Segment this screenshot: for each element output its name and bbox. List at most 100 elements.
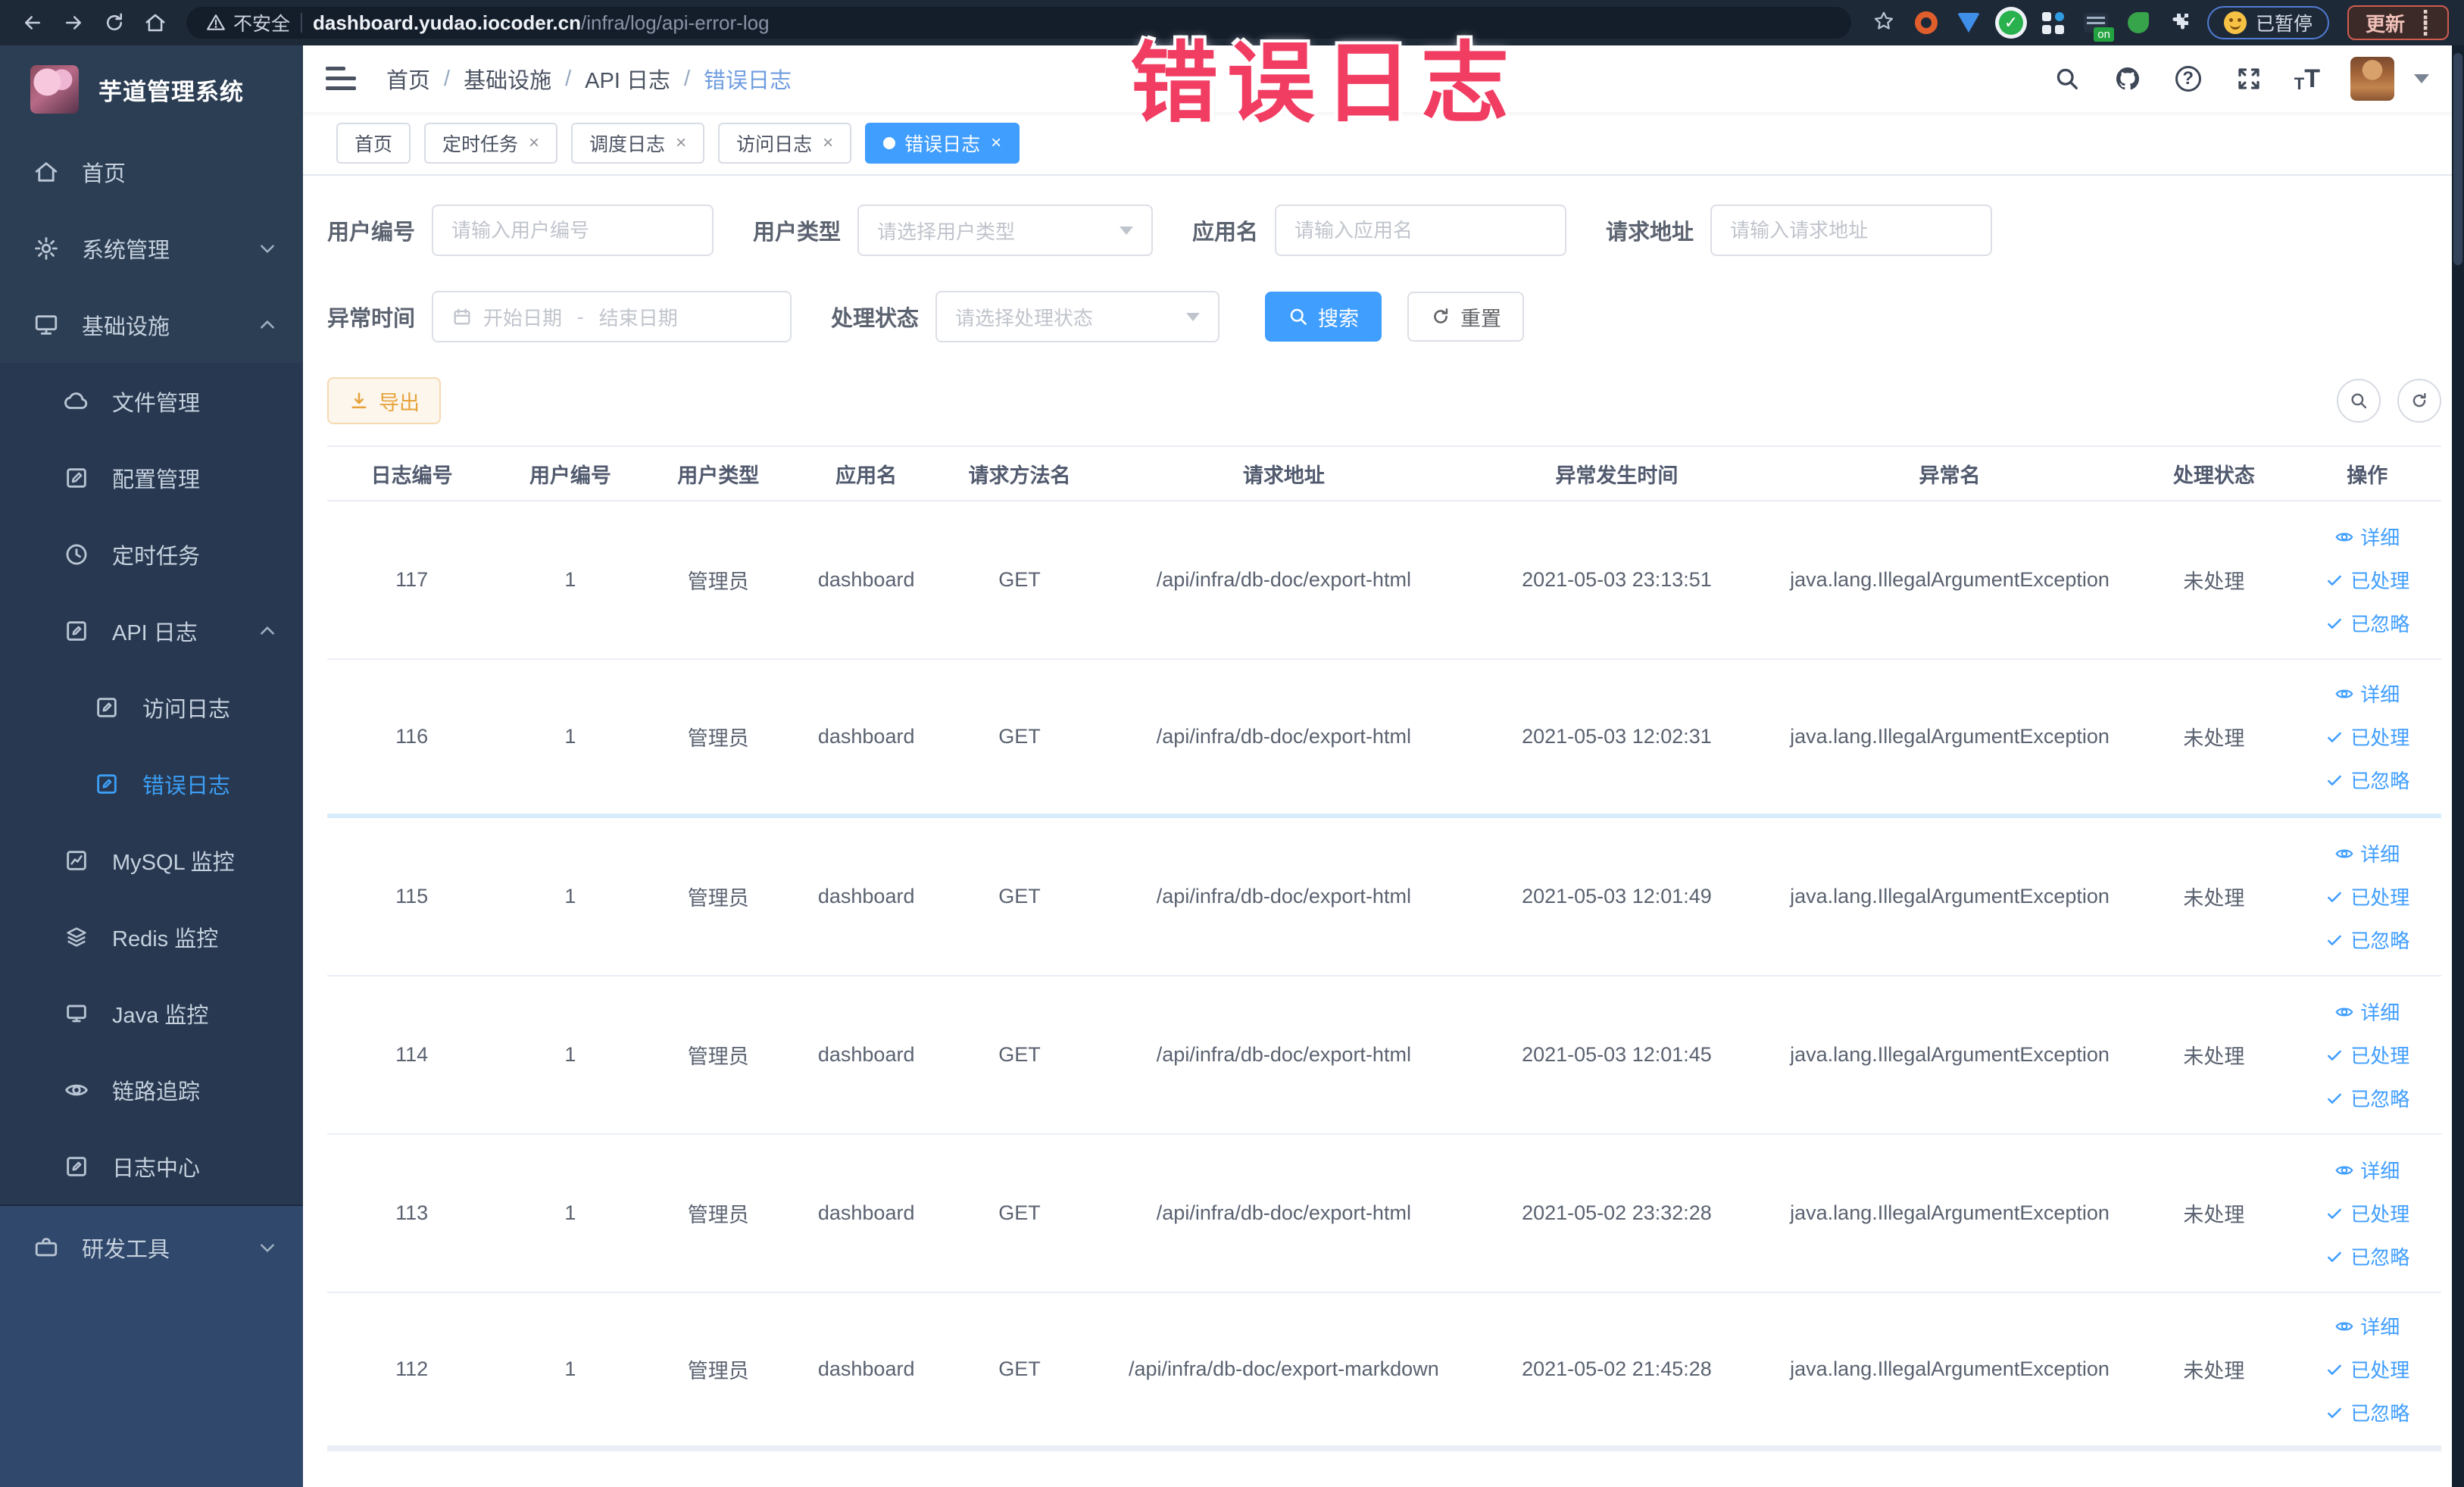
help-icon[interactable]: ? <box>2173 64 2203 94</box>
tab-access-log[interactable]: 访问日志 × <box>718 123 852 164</box>
avatar[interactable] <box>2350 57 2394 101</box>
table-row: 115 1 管理员 dashboard GET/api/infra/db-doc/exp… <box>327 818 2441 976</box>
ignored-link[interactable]: 已忽略 <box>2325 926 2409 954</box>
sidebar-item-scheduled-tasks[interactable]: 定时任务 <box>0 516 303 592</box>
request-url-input[interactable] <box>1710 205 1993 256</box>
sidebar-item-infrastructure[interactable]: 基础设施 <box>0 286 303 363</box>
cell-app: dashboard <box>817 885 915 908</box>
search-button[interactable]: 搜索 <box>1265 292 1382 342</box>
breadcrumb-item[interactable]: 首页 <box>386 63 430 95</box>
blue-shield-icon[interactable] <box>1956 10 1982 36</box>
sidebar-item-redis-monitor[interactable]: Redis 监控 <box>0 898 303 975</box>
toggle-search-button[interactable] <box>2337 379 2381 423</box>
sidebar-item-access-log[interactable]: 访问日志 <box>0 669 303 745</box>
tab-scheduled-tasks[interactable]: 定时任务 × <box>424 123 558 164</box>
security-chip[interactable]: 不安全 <box>206 9 290 36</box>
sidebar-item-log-center[interactable]: 日志中心 <box>0 1128 303 1204</box>
tab-schedule-log[interactable]: 调度日志 × <box>571 123 705 164</box>
processed-link[interactable]: 已处理 <box>2325 1041 2409 1069</box>
home-icon <box>35 161 58 182</box>
sidebar-item-file-management[interactable]: 文件管理 <box>0 363 303 439</box>
processed-link[interactable]: 已处理 <box>2325 1355 2409 1383</box>
layers-icon <box>67 926 86 947</box>
sidebar-item-dev-tools[interactable]: 研发工具 <box>0 1204 303 1289</box>
detail-link[interactable]: 详细 <box>2334 523 2400 551</box>
breadcrumb-item[interactable]: 基础设施 <box>464 63 551 95</box>
window-scrollbar[interactable] <box>2452 45 2464 1487</box>
detail-link[interactable]: 详细 <box>2334 1312 2400 1340</box>
detail-link[interactable]: 详细 <box>2334 679 2400 708</box>
star-icon[interactable] <box>1871 10 1897 36</box>
browser-forward-icon[interactable] <box>56 5 91 40</box>
scrollbar-thumb[interactable] <box>2453 53 2462 265</box>
user-type-select[interactable]: 请选择用户类型 <box>857 205 1154 256</box>
check-icon <box>2328 1208 2342 1219</box>
green-check-icon[interactable] <box>1998 10 2024 36</box>
app-logo <box>30 65 79 114</box>
orange-ring-icon[interactable] <box>1913 10 1939 36</box>
sidebar-item-api-log[interactable]: API 日志 <box>0 592 303 669</box>
processed-link[interactable]: 已处理 <box>2325 1199 2409 1227</box>
screen: 不安全 dashboard.yudao.iocoder.cn/infra/log… <box>0 0 2464 1487</box>
ignored-link[interactable]: 已忽略 <box>2325 609 2409 637</box>
puzzle-icon[interactable] <box>2168 10 2194 36</box>
close-icon[interactable]: × <box>529 133 539 154</box>
user-id-input[interactable] <box>432 205 714 256</box>
exception-time-range-input[interactable]: 开始日期 - 结束日期 <box>432 291 792 342</box>
sidebar-item-error-log[interactable]: 错误日志 <box>0 745 303 822</box>
ignored-link[interactable]: 已忽略 <box>2325 1084 2409 1112</box>
ignored-link[interactable]: 已忽略 <box>2325 1242 2409 1270</box>
sidebar-item-java-monitor[interactable]: Java 监控 <box>0 975 303 1051</box>
column-header: 异常发生时间 <box>1555 464 1679 487</box>
sidebar-item-config-management[interactable]: 配置管理 <box>0 439 303 516</box>
process-status-select[interactable]: 请选择处理状态 <box>935 291 1220 342</box>
browser-home-icon[interactable] <box>138 5 173 40</box>
tab-error-log[interactable]: 错误日志 × <box>865 123 1020 164</box>
detail-link[interactable]: 详细 <box>2334 839 2400 867</box>
processed-link[interactable]: 已处理 <box>2325 723 2409 751</box>
ignored-link[interactable]: 已忽略 <box>2325 766 2409 794</box>
list-on-icon[interactable] <box>2083 10 2114 42</box>
monitor-icon <box>35 314 58 335</box>
ignored-link[interactable]: 已忽略 <box>2325 1398 2409 1426</box>
sidebar-item-system-management[interactable]: 系统管理 <box>0 210 303 286</box>
detail-link[interactable]: 详细 <box>2334 998 2400 1026</box>
browser-back-icon[interactable] <box>15 5 50 40</box>
grid-icon[interactable] <box>2041 10 2066 36</box>
export-button[interactable]: 导出 <box>327 377 441 424</box>
close-icon[interactable]: × <box>676 133 686 154</box>
font-size-icon[interactable]: TT <box>2294 64 2320 94</box>
security-label: 不安全 <box>233 14 291 35</box>
paused-badge[interactable]: 已暂停 <box>2206 6 2329 39</box>
detail-link[interactable]: 详细 <box>2334 1156 2400 1184</box>
chevron-up-icon <box>261 626 274 635</box>
refresh-table-button[interactable] <box>2397 379 2441 423</box>
green-leaf-icon[interactable] <box>2125 10 2151 36</box>
fullscreen-icon[interactable] <box>2234 64 2264 94</box>
address-bar[interactable]: 不安全 dashboard.yudao.iocoder.cn/infra/log… <box>186 7 1851 39</box>
sidebar-item-home[interactable]: 首页 <box>0 133 303 210</box>
search-icon[interactable] <box>2052 64 2082 94</box>
logo-row[interactable]: 芋道管理系统 <box>0 45 303 133</box>
processed-link[interactable]: 已处理 <box>2325 566 2409 594</box>
reset-button[interactable]: 重置 <box>1407 292 1525 342</box>
breadcrumb-item[interactable]: API 日志 <box>585 63 670 95</box>
sidebar-item-mysql-monitor[interactable]: MySQL 监控 <box>0 822 303 898</box>
browser-reload-icon[interactable] <box>97 5 132 40</box>
collapse-sidebar-icon[interactable] <box>326 66 356 92</box>
github-icon[interactable] <box>2113 64 2143 94</box>
close-icon[interactable]: × <box>823 133 833 154</box>
app-name-input[interactable] <box>1275 205 1567 256</box>
sidebar-item-trace[interactable]: 链路追踪 <box>0 1051 303 1128</box>
avatar-caret-icon[interactable] <box>2414 74 2429 83</box>
range-separator: - <box>577 305 584 328</box>
close-icon[interactable]: × <box>991 133 1001 154</box>
cell-method: GET <box>998 885 1041 908</box>
page-content: 用户编号 用户类型 请选择用户类型 应用名 请求地址 <box>303 176 2464 1487</box>
sidebar-item-label: 定时任务 <box>112 544 201 569</box>
processed-link[interactable]: 已处理 <box>2325 883 2409 911</box>
browser-update-button[interactable]: 更新 ⋮ ⋮ <box>2347 5 2449 40</box>
browser-menu-icon[interactable]: ⋮ ⋮ <box>2416 8 2435 38</box>
column-header: 请求地址 <box>1242 464 1325 487</box>
tab-home[interactable]: 首页 <box>336 123 411 164</box>
